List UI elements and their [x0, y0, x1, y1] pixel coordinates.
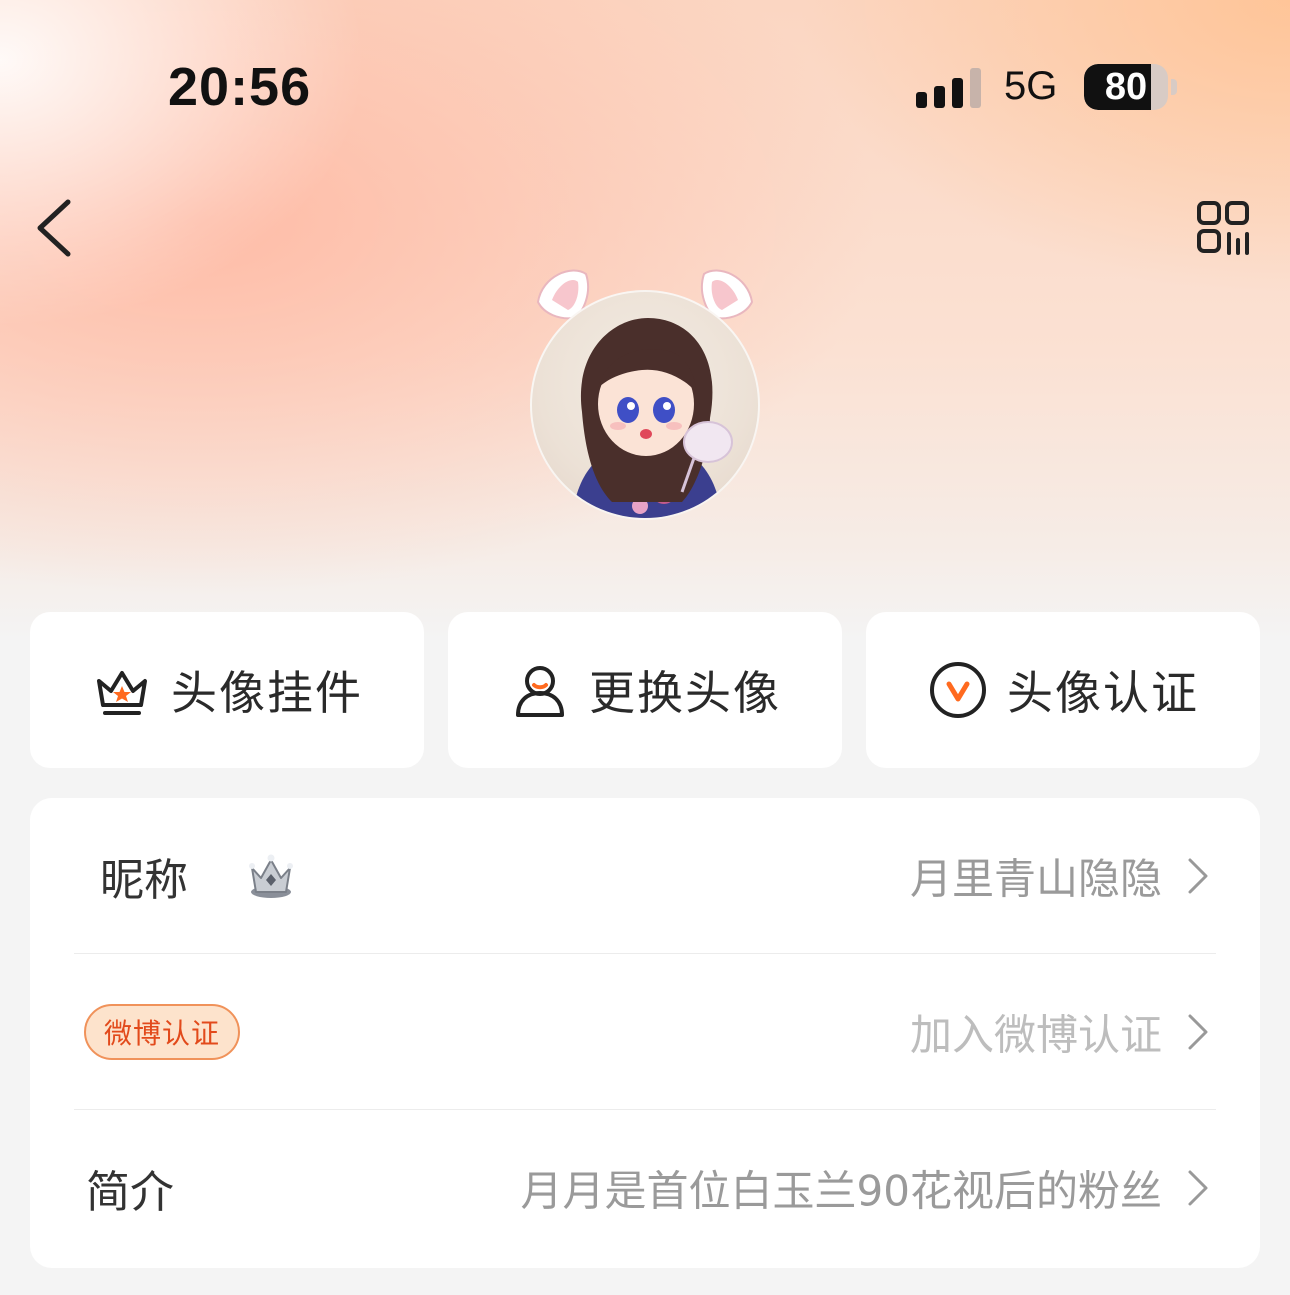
chevron-left-icon	[37, 199, 71, 257]
status-time: 20:56	[168, 57, 312, 117]
avatar-pendant-button[interactable]: 头像挂件	[30, 612, 424, 768]
weibo-verification-badge: 微博认证	[84, 1004, 241, 1060]
change-avatar-button[interactable]: 更换头像	[448, 612, 842, 768]
crown-badge-icon	[249, 854, 293, 898]
chevron-right-icon	[1188, 858, 1208, 894]
qr-code-icon	[1197, 201, 1249, 255]
verified-v-icon	[930, 662, 986, 718]
crown-icon	[97, 671, 147, 715]
avatar-actions: 头像挂件 更换头像 头像认证	[30, 612, 1260, 768]
battery-cap	[1171, 79, 1177, 95]
avatar-image	[530, 290, 760, 520]
person-icon	[516, 666, 564, 717]
network-type: 5G	[1004, 64, 1058, 108]
bio-value: 月月是首位白玉兰90花视后的粉丝	[520, 1166, 1162, 1216]
avatar-illustration-icon	[572, 318, 733, 518]
change-avatar-label: 更换头像	[589, 666, 781, 720]
battery-level: 80	[1104, 66, 1148, 108]
chevron-right-icon	[1188, 1170, 1208, 1206]
avatar-verification-button[interactable]: 头像认证	[866, 612, 1260, 768]
qr-code-button[interactable]	[1196, 200, 1252, 256]
chevron-right-icon	[1188, 1014, 1208, 1050]
avatar[interactable]	[520, 262, 770, 522]
profile-info-card: 昵称 月里青山隐隐 微博认证 加入微博认证 简介 月月是首位白玉兰90花视后的粉…	[30, 798, 1260, 1268]
nickname-label: 昵称	[100, 855, 188, 906]
weibo-verification-row[interactable]: 微博认证 加入微博认证	[74, 954, 1216, 1110]
avatar-pendant-label: 头像挂件	[171, 666, 363, 720]
back-button[interactable]	[30, 196, 80, 260]
nickname-value: 月里青山隐隐	[909, 854, 1162, 904]
weibo-verification-value: 加入微博认证	[909, 1010, 1162, 1060]
signal-strength-icon	[916, 66, 982, 108]
bio-label: 简介	[86, 1167, 174, 1218]
status-bar: 20:56 5G 80	[0, 0, 1290, 170]
battery-icon: 80	[1084, 64, 1168, 110]
nickname-row[interactable]: 昵称 月里青山隐隐	[74, 798, 1216, 954]
avatar-verification-label: 头像认证	[1007, 666, 1199, 720]
bio-row[interactable]: 简介 月月是首位白玉兰90花视后的粉丝	[74, 1110, 1216, 1266]
